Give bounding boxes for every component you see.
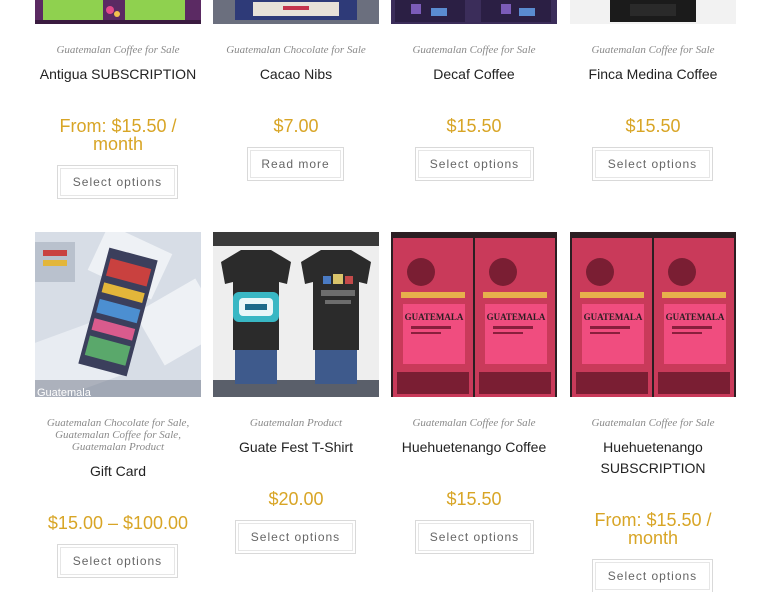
product-categories: Guatemalan Product [213, 417, 379, 429]
product-card-huehuetenango-subscription: GUATEMALA GUATEMALA Guatemalan Coffee fo… [570, 232, 736, 592]
svg-text:GUATEMALA: GUATEMALA [487, 312, 546, 322]
select-options-button[interactable]: Select options [415, 520, 534, 554]
product-image[interactable] [391, 0, 557, 24]
product-price: $15.00 – $100.00 [47, 513, 189, 533]
product-price: From: $15.50 / month [59, 116, 177, 154]
product-title[interactable]: Huehuetenango Coffee [385, 437, 563, 458]
product-card-cacao-nibs: Guatemalan Chocolate for Sale Cacao Nibs… [213, 0, 379, 200]
product-card-finca-medina-coffee: Guatemalan Coffee for Sale Finca Medina … [570, 0, 736, 200]
select-options-button[interactable]: Select options [57, 544, 178, 578]
product-categories: Guatemalan Coffee for Sale [35, 44, 201, 56]
product-categories: Guatemalan Chocolate for Sale, Guatemala… [46, 417, 190, 453]
category-link[interactable]: Guatemalan Coffee for Sale [412, 44, 535, 56]
category-link[interactable]: Guatemalan Coffee for Sale [56, 44, 179, 56]
read-more-button[interactable]: Read more [247, 147, 344, 181]
product-title[interactable]: Huehuetenango SUBSCRIPTION [564, 437, 742, 479]
category-link[interactable]: Guatemalan Chocolate for Sale [226, 44, 366, 56]
svg-text:GUATEMALA: GUATEMALA [666, 312, 725, 322]
product-card-guate-fest-t-shirt: Guatemalan Product Guate Fest T-Shirt $2… [213, 232, 379, 582]
product-categories: Guatemalan Coffee for Sale [391, 44, 557, 56]
product-title[interactable]: Antigua SUBSCRIPTION [29, 64, 207, 85]
product-image[interactable] [570, 0, 736, 24]
select-options-button[interactable]: Select options [415, 147, 534, 181]
product-categories: Guatemalan Chocolate for Sale [213, 44, 379, 56]
product-image[interactable]: GUATEMALA GUATEMALA [391, 232, 557, 397]
product-price: $20.00 [268, 489, 324, 509]
category-link[interactable]: Guatemalan Coffee for Sale [412, 417, 535, 429]
category-link[interactable]: Guatemalan Coffee for Sale [591, 417, 714, 429]
product-card-gift-card: Guatemala Guatemalan Chocolate for Sale,… [35, 232, 201, 582]
svg-text:GUATEMALA: GUATEMALA [405, 312, 464, 322]
product-categories: Guatemalan Coffee for Sale [391, 417, 557, 429]
product-image[interactable] [213, 0, 379, 24]
product-title[interactable]: Guate Fest T-Shirt [207, 437, 385, 458]
product-price: $15.50 [446, 116, 502, 136]
product-image[interactable] [213, 232, 379, 397]
product-card-antigua-subscription: Guatemalan Coffee for Sale Antigua SUBSC… [35, 0, 201, 200]
product-title[interactable]: Decaf Coffee [385, 64, 563, 85]
product-title[interactable]: Finca Medina Coffee [564, 64, 742, 85]
product-image[interactable] [35, 0, 201, 24]
category-link-product[interactable]: Guatemalan Product [72, 441, 164, 453]
product-categories: Guatemalan Coffee for Sale [570, 44, 736, 56]
product-title-line1: Huehuetenango [603, 439, 703, 455]
select-options-button[interactable]: Select options [592, 559, 713, 592]
svg-text:GUATEMALA: GUATEMALA [584, 312, 643, 322]
product-title[interactable]: Cacao Nibs [207, 64, 385, 85]
product-title-line2: SUBSCRIPTION [600, 460, 706, 476]
product-price: $15.50 [625, 116, 681, 136]
product-card-huehuetenango-coffee: GUATEMALA GUATEMALA Guatemalan Coffee fo… [391, 232, 557, 582]
product-card-decaf-coffee: Guatemalan Coffee for Sale Decaf Coffee … [391, 0, 557, 200]
category-link[interactable]: Guatemalan Coffee for Sale [591, 44, 714, 56]
product-price: From: $15.50 / month [594, 510, 712, 548]
category-link-chocolate[interactable]: Guatemalan Chocolate for Sale [47, 417, 187, 429]
select-options-button[interactable]: Select options [57, 165, 178, 199]
select-options-button[interactable]: Select options [592, 147, 713, 181]
category-link-coffee[interactable]: Guatemalan Coffee for Sale [55, 429, 178, 441]
product-categories: Guatemalan Coffee for Sale [570, 417, 736, 429]
product-price: $15.50 [446, 489, 502, 509]
product-image[interactable]: GUATEMALA GUATEMALA [570, 232, 736, 397]
category-link[interactable]: Guatemalan Product [250, 417, 342, 429]
product-image[interactable]: Guatemala [35, 232, 201, 397]
select-options-button[interactable]: Select options [235, 520, 356, 554]
svg-text:Guatemala: Guatemala [37, 387, 92, 397]
product-price: $7.00 [273, 116, 319, 136]
product-title[interactable]: Gift Card [29, 461, 207, 482]
